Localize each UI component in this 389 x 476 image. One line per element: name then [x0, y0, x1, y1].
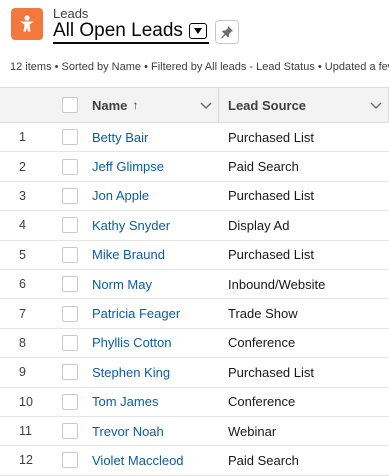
list-status-info: 12 items • Sorted by Name • Filtered by …: [10, 61, 389, 73]
row-select-cell: [50, 187, 88, 204]
leads-table: Name ↑ Lead Source 1 Betty Bair Purchased …: [0, 87, 389, 476]
row-number-header: [0, 88, 50, 122]
row-checkbox[interactable]: [62, 246, 78, 263]
row-select-cell: [50, 305, 88, 322]
lead-name-link[interactable]: Stephen King: [88, 365, 219, 380]
lead-name-link[interactable]: Mike Braund: [88, 247, 219, 262]
row-select-cell: [50, 158, 88, 175]
row-select-cell: [50, 334, 88, 351]
lead-source-cell: Purchased List: [228, 129, 314, 145]
row-checkbox[interactable]: [62, 187, 78, 204]
lead-name-link[interactable]: Kathy Snyder: [88, 218, 219, 233]
lead-name-link[interactable]: Tom James: [88, 394, 219, 409]
lead-name-link[interactable]: Betty Bair: [88, 130, 219, 145]
table-row: 1 Betty Bair Purchased List: [0, 123, 389, 153]
lead-source-cell: Paid Search: [228, 452, 299, 468]
row-number: 12: [19, 453, 33, 468]
table-row: 2 Jeff Glimpse Paid Search: [0, 152, 389, 182]
lead-source-cell: Conference: [228, 394, 296, 410]
pin-icon: [220, 26, 233, 39]
lead-source-cell: Webinar: [228, 423, 277, 439]
sort-ascending-icon: ↑: [132, 98, 139, 112]
row-number: 4: [19, 218, 26, 233]
row-checkbox[interactable]: [62, 305, 78, 322]
table-row: 10 Tom James Conference: [0, 388, 389, 417]
chevron-down-icon[interactable]: [370, 99, 382, 111]
chevron-down-icon[interactable]: [200, 99, 212, 111]
row-checkbox[interactable]: [62, 129, 78, 146]
select-all-checkbox[interactable]: [62, 97, 78, 113]
row-select-cell: [50, 364, 88, 381]
pin-list-button[interactable]: [214, 20, 239, 44]
table-row: 5 Mike Braund Purchased List: [0, 241, 389, 270]
row-select-cell: [50, 217, 88, 234]
table-row: 8 Phyllis Cotton Conference: [0, 329, 389, 359]
lead-name-link[interactable]: Jon Apple: [88, 188, 219, 203]
table-row: 7 Patricia Feager Trade Show: [0, 299, 389, 329]
row-checkbox[interactable]: [62, 217, 78, 234]
table-row: 6 Norm May Inbound/Website: [0, 270, 389, 300]
lead-name-link[interactable]: Phyllis Cotton: [88, 335, 219, 350]
row-select-cell: [50, 393, 88, 410]
list-view-title-text: All Open Leads: [53, 20, 183, 41]
row-checkbox[interactable]: [62, 452, 78, 469]
row-select-cell: [50, 129, 88, 146]
lead-icon: [11, 8, 43, 40]
caret-down-icon: [193, 27, 202, 34]
select-all-cell: [50, 88, 88, 122]
row-number: 3: [19, 188, 26, 203]
lead-source-cell: Display Ad: [228, 217, 290, 233]
row-number: 8: [19, 335, 26, 350]
row-number: 11: [19, 424, 32, 439]
lead-source-cell: Trade Show: [228, 306, 298, 322]
table-row: 3 Jon Apple Purchased List: [0, 182, 389, 212]
row-number: 9: [19, 365, 26, 380]
table-row: 9 Stephen King Purchased List: [0, 358, 389, 388]
lead-source-cell: Purchased List: [228, 364, 314, 380]
table-row: 11 Trevor Noah Webinar: [0, 417, 389, 447]
row-number: 5: [19, 247, 26, 262]
lead-name-link[interactable]: Jeff Glimpse: [88, 159, 219, 174]
row-number: 6: [19, 277, 26, 292]
list-view-header: Leads All Open Leads: [0, 0, 389, 52]
lead-source-cell: Paid Search: [228, 159, 299, 175]
lead-source-cell: Purchased List: [228, 188, 314, 204]
lead-name-link[interactable]: Patricia Feager: [88, 306, 219, 321]
row-number: 10: [19, 394, 33, 409]
object-label: Leads: [53, 6, 89, 21]
row-checkbox[interactable]: [62, 334, 78, 351]
row-checkbox[interactable]: [62, 393, 78, 410]
table-header: Name ↑ Lead Source: [0, 87, 389, 123]
row-checkbox[interactable]: [62, 364, 78, 381]
row-select-cell: [50, 276, 88, 293]
row-select-cell: [50, 452, 88, 469]
row-select-cell: [50, 246, 88, 263]
row-number: 2: [19, 159, 26, 174]
lead-source-cell: Conference: [228, 335, 296, 351]
column-header-label: Lead Source: [228, 97, 307, 113]
table-row: 4 Kathy Snyder Display Ad: [0, 211, 389, 241]
column-header-label: Name: [92, 97, 128, 113]
column-header-lead-source[interactable]: Lead Source: [219, 88, 389, 122]
row-checkbox[interactable]: [62, 158, 78, 175]
row-checkbox[interactable]: [62, 276, 78, 293]
list-view-switcher-button[interactable]: [188, 22, 207, 39]
row-number: 1: [19, 130, 26, 145]
lead-name-link[interactable]: Trevor Noah: [88, 424, 219, 439]
lead-name-link[interactable]: Violet Maccleod: [88, 453, 219, 468]
lead-source-cell: Inbound/Website: [228, 276, 326, 292]
lead-name-link[interactable]: Norm May: [88, 277, 219, 292]
row-select-cell: [50, 423, 88, 440]
row-number: 7: [19, 306, 26, 321]
list-view-title[interactable]: All Open Leads: [53, 20, 209, 44]
row-checkbox[interactable]: [62, 423, 78, 440]
table-body: 1 Betty Bair Purchased List 2 Jeff Glimpse Pa…: [0, 123, 389, 476]
lead-source-cell: Purchased List: [228, 247, 314, 263]
column-header-name[interactable]: Name ↑: [88, 88, 219, 122]
table-row: 12 Violet Maccleod Paid Search: [0, 446, 389, 476]
